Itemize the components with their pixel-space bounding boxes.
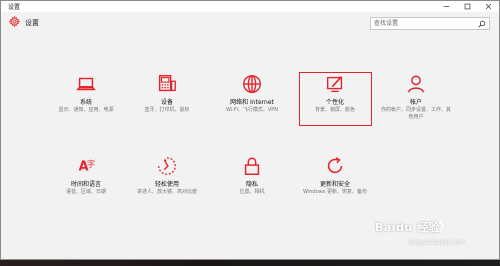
tile-system[interactable]: 系统 显示、通知、应用、电源 [49, 73, 123, 129]
close-icon [485, 3, 491, 10]
watermark-url: jingyan.baidu.com [409, 239, 465, 246]
tile-name: 系统 [79, 99, 92, 106]
refresh-icon [327, 157, 343, 174]
tile-name: 时间和语言 [70, 181, 101, 188]
tile-ease-of-access[interactable]: 轻松使用 讲述人、放大镜、高对比度 [130, 155, 204, 211]
tile-desc: 讲述人、放大镜、高对比度 [136, 189, 197, 195]
tile-name: 更新和安全 [319, 181, 350, 188]
tile-desc: 语音、区域、日期 [65, 189, 106, 195]
tile-desc: 显示、通知、应用、电源 [58, 107, 114, 113]
tile-accounts[interactable]: 帐户 你的帐户、同步设置、工作、其他用户 [379, 73, 453, 129]
tile-name: 轻松使用 [154, 181, 179, 188]
tile-update-security[interactable]: 更新和安全 Windows 更新、恢复、备份 [298, 155, 372, 211]
maximize-button[interactable] [460, 1, 474, 12]
watermark: Baidu 经验 jingyan.baidu.com [375, 219, 493, 253]
search-input[interactable] [371, 18, 475, 29]
watermark-text: Baidu 经验 [375, 221, 441, 234]
language-icon: A 字 [79, 159, 96, 175]
svg-text:字: 字 [87, 159, 95, 169]
tile-network[interactable]: 网络和 Internet Wi-Fi、飞行模式、VPN [215, 73, 289, 129]
window-title: 设置 [8, 4, 21, 11]
settings-header: 设置 [1, 12, 499, 32]
tile-time-language[interactable]: A 字 时间和语言 语音、区域、日期 [49, 155, 123, 211]
title-bar: 设置 [1, 1, 499, 12]
tile-desc: 蓝牙、打印机、鼠标 [144, 107, 190, 113]
tile-name: 设备 [160, 99, 173, 106]
tile-name: 隐私 [245, 181, 258, 188]
lock-icon [244, 157, 260, 175]
tile-name: 网络和 Internet [230, 99, 274, 106]
minimize-icon [443, 6, 449, 7]
tile-desc: 位置、相机 [239, 189, 265, 195]
close-button[interactable] [481, 1, 495, 12]
tile-desc: Windows 更新、恢复、备份 [303, 189, 367, 195]
settings-window: 设置 设置 查找设置 系统 显示、通知、应用、电源 设备 蓝牙、打印机、鼠标 网… [0, 0, 500, 260]
devices-icon [158, 75, 176, 92]
tile-name: 帐户 [409, 99, 422, 106]
search-box[interactable] [370, 17, 490, 30]
maximize-icon [464, 3, 470, 10]
laptop-icon [76, 77, 96, 91]
person-icon [407, 75, 425, 93]
minimize-button[interactable] [439, 1, 453, 12]
search-icon[interactable] [478, 20, 486, 28]
accessibility-icon [158, 157, 176, 175]
tile-privacy[interactable]: 隐私 位置、相机 [215, 155, 289, 211]
gear-icon [9, 16, 20, 27]
selection-highlight [299, 72, 372, 126]
globe-icon [243, 75, 261, 93]
page-title: 设置 [25, 19, 39, 27]
tile-devices[interactable]: 设备 蓝牙、打印机、鼠标 [130, 73, 204, 129]
tile-desc: Wi-Fi、飞行模式、VPN [225, 107, 279, 113]
tile-desc: 你的帐户、同步设置、工作、其他用户 [381, 107, 452, 120]
